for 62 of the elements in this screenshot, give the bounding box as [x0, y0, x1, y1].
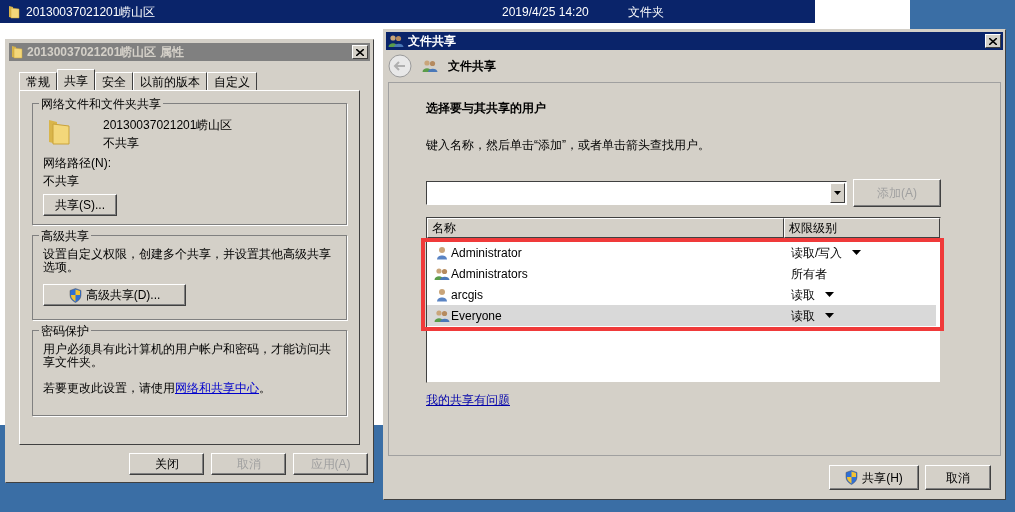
file-type: 文件夹: [628, 3, 664, 21]
caret-icon: [825, 292, 834, 297]
user-combo-box[interactable]: [426, 181, 847, 205]
folder-name: 20130037021201崂山区: [103, 117, 233, 134]
caret-icon: [834, 191, 841, 195]
file-row[interactable]: 20130037021201崂山区 2019/4/25 14:20 文件夹: [0, 0, 815, 23]
tab[interactable]: 共享: [57, 69, 95, 90]
shield-icon: [68, 287, 82, 303]
user-row[interactable]: Everyone 读取: [427, 305, 936, 326]
tab[interactable]: 常规: [19, 72, 57, 90]
permission-level[interactable]: 读取: [791, 306, 834, 325]
header-title: 文件共享: [448, 58, 496, 75]
window-title: 20130037021201崂山区 属性: [27, 44, 185, 61]
tab[interactable]: 以前的版本: [133, 72, 207, 90]
users-icon: [434, 266, 450, 281]
path-label: 网络路径(N):: [43, 155, 112, 172]
share-button[interactable]: 共享(S)...: [43, 194, 117, 216]
user-name: Everyone: [451, 307, 503, 325]
section-heading: 选择要与其共享的用户: [426, 100, 547, 117]
change-setting-text: 若要更改此设置，请使用网络和共享中心。: [43, 380, 272, 397]
permission-level[interactable]: 读取/写入: [791, 243, 862, 262]
caret-icon: [825, 313, 834, 318]
instruction-text: 键入名称，然后单击“添加”，或者单击箭头查找用户。: [426, 137, 711, 154]
dropdown-button[interactable]: [830, 183, 845, 203]
column-header[interactable]: 权限级别: [784, 218, 940, 238]
folder-icon: [11, 45, 23, 59]
network-center-link[interactable]: 网络和共享中心: [175, 381, 259, 395]
group-title: 高级共享: [39, 227, 91, 245]
user-icon: [436, 245, 448, 260]
dialog-button[interactable]: 取消: [925, 465, 991, 490]
permission-level[interactable]: 读取: [791, 285, 834, 304]
users-icon: [388, 34, 404, 48]
dialog-button[interactable]: 共享(H): [829, 465, 919, 490]
permission-level[interactable]: 所有者: [791, 264, 827, 283]
caret-icon: [852, 250, 862, 255]
password-description: 用户必须具有此计算机的用户帐户和密码，才能访问共享文件夹。: [43, 343, 332, 369]
users-icon: [434, 308, 450, 323]
tab[interactable]: 安全: [95, 72, 133, 90]
path-value: 不共享: [43, 173, 80, 190]
window-title: 文件共享: [408, 33, 457, 50]
user-icon: [436, 287, 448, 302]
close-icon: [356, 48, 364, 56]
share-status: 不共享: [103, 135, 140, 152]
group-title: 网络文件和文件夹共享: [39, 95, 163, 113]
advanced-sharing-button[interactable]: 高级共享(D)...: [43, 284, 186, 306]
column-header[interactable]: 名称: [427, 218, 784, 238]
file-name: 20130037021201崂山区: [26, 3, 157, 21]
tab[interactable]: 自定义: [207, 72, 257, 90]
advanced-description: 设置自定义权限，创建多个共享，并设置其他高级共享选项。: [43, 248, 332, 274]
close-button[interactable]: [352, 45, 368, 59]
dialog-button[interactable]: 关闭: [129, 453, 204, 475]
user-name: Administrator: [451, 244, 523, 262]
user-name: Administrators: [451, 265, 529, 283]
users-icon: [422, 59, 438, 73]
close-button[interactable]: [985, 34, 1001, 48]
help-link[interactable]: 我的共享有问题: [426, 391, 510, 409]
folder-icon: [8, 4, 20, 19]
close-icon: [989, 37, 997, 45]
file-date: 2019/4/25 14:20: [502, 3, 590, 21]
shield-icon: [845, 470, 859, 485]
group-title: 密码保护: [39, 322, 91, 340]
user-name: arcgis: [451, 286, 484, 304]
